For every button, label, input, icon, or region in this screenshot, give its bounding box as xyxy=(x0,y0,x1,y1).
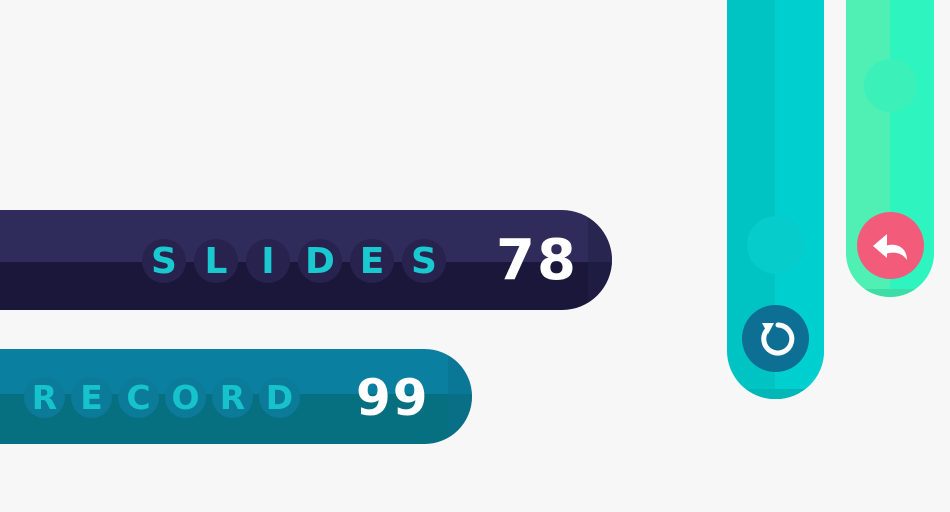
slides-count: 78 xyxy=(496,228,578,293)
record-label-letter: C xyxy=(118,377,159,418)
green-column-shadow xyxy=(846,289,934,297)
restart-icon xyxy=(760,322,794,355)
slides-panel-rim xyxy=(588,210,612,310)
slides-label-letter: S xyxy=(142,239,186,283)
record-label: R E C O R D xyxy=(24,377,300,418)
record-score: 99 xyxy=(356,369,430,427)
record-label-letter: O xyxy=(165,377,206,418)
slides-label-letter: E xyxy=(350,239,394,283)
record-label-letter: R xyxy=(24,377,65,418)
record-label-letter: E xyxy=(71,377,112,418)
record-label-letter: D xyxy=(259,377,300,418)
green-column-slot xyxy=(864,59,917,112)
restart-button[interactable] xyxy=(742,305,809,372)
undo-button[interactable] xyxy=(857,212,924,279)
record-panel-rim xyxy=(448,349,472,444)
slides-label-letter: D xyxy=(298,239,342,283)
slides-label-letter: S xyxy=(402,239,446,283)
slides-label-letter: I xyxy=(246,239,290,283)
undo-icon xyxy=(872,233,907,260)
teal-column-shadow xyxy=(727,389,824,399)
teal-column-slot xyxy=(747,216,805,274)
record-label-letter: R xyxy=(212,377,253,418)
slides-label: S L I D E S xyxy=(142,239,446,283)
slides-label-letter: L xyxy=(194,239,238,283)
